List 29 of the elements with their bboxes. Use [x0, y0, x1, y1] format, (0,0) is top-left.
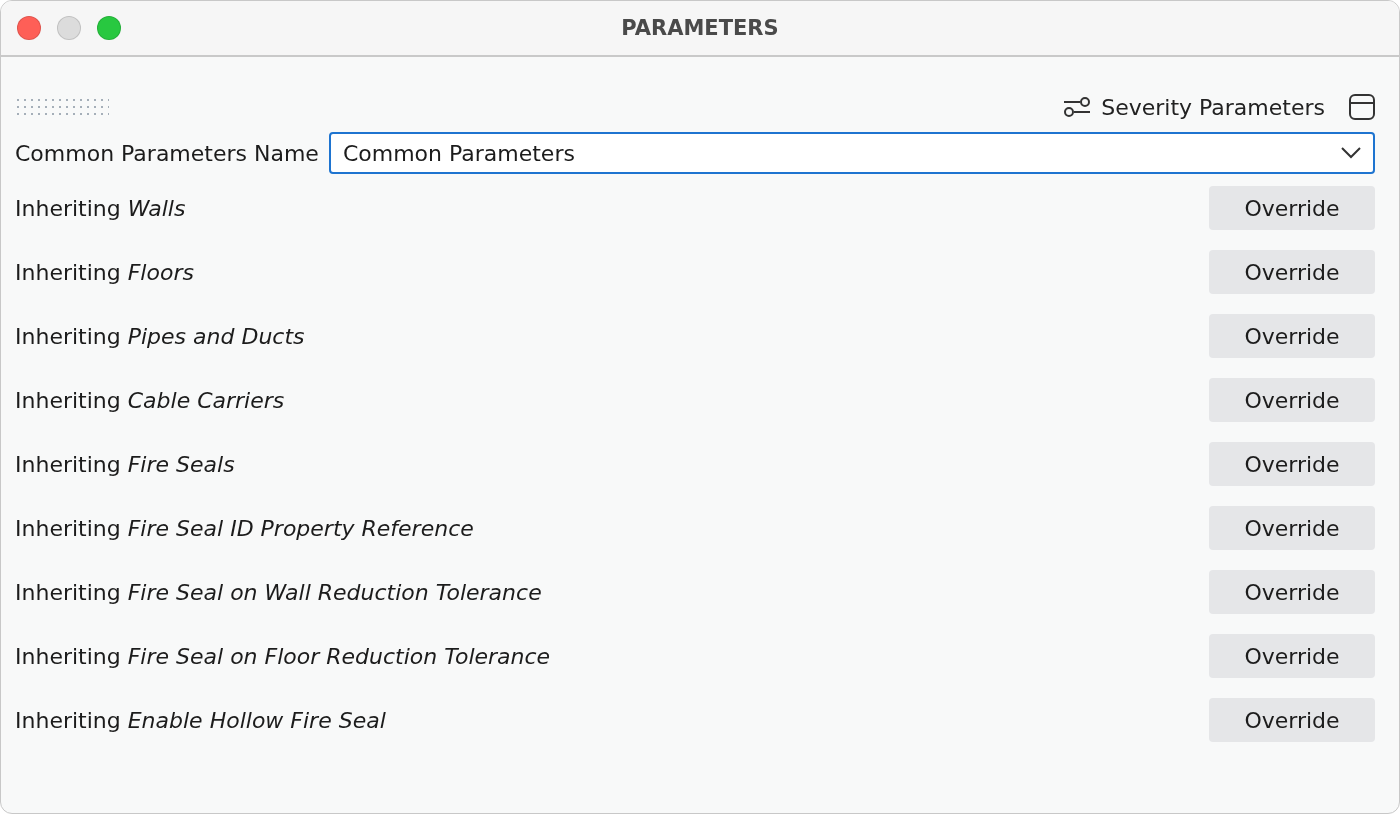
chevron-down-icon	[1341, 147, 1361, 159]
override-button[interactable]: Override	[1209, 378, 1375, 422]
override-button[interactable]: Override	[1209, 314, 1375, 358]
override-button[interactable]: Override	[1209, 250, 1375, 294]
sliders-icon	[1063, 96, 1092, 118]
inheritance-label: Inheriting Fire Seal on Wall Reduction Tolerance	[15, 579, 542, 605]
inheritance-label: Inheriting Fire Seal ID Property Reference	[15, 515, 474, 541]
panel-layout-icon[interactable]	[1349, 94, 1375, 120]
inheritance-label: Inheriting Fire Seal on Floor Reduction Tolerance	[15, 643, 551, 669]
override-button[interactable]: Override	[1209, 570, 1375, 614]
close-button[interactable]	[17, 16, 41, 40]
override-button[interactable]: Override	[1209, 186, 1375, 230]
inheritance-label: Inheriting Cable Carriers	[15, 387, 285, 413]
override-button[interactable]: Override	[1209, 634, 1375, 678]
override-button[interactable]: Override	[1209, 506, 1375, 550]
inheritance-label: Inheriting Pipes and Ducts	[15, 323, 305, 349]
zoom-button[interactable]	[97, 16, 121, 40]
minimize-button[interactable]	[57, 16, 81, 40]
inheritance-label: Inheriting Floors	[15, 259, 194, 285]
inheritance-label: Inheriting Enable Hollow Fire Seal	[15, 707, 386, 733]
drag-handle-icon[interactable]	[15, 97, 109, 117]
inheritance-label: Inheriting Fire Seals	[15, 451, 235, 477]
parameters-dropdown[interactable]: Common Parameters	[328, 132, 1375, 174]
inheritance-label: Inheriting Walls	[15, 195, 186, 221]
override-button[interactable]: Override	[1209, 698, 1375, 742]
window-title: PARAMETERS	[621, 16, 779, 40]
field-label: Common Parameters Name	[15, 140, 319, 166]
severity-parameters-button[interactable]: Severity Parameters	[1063, 94, 1325, 120]
override-button[interactable]: Override	[1209, 442, 1375, 486]
